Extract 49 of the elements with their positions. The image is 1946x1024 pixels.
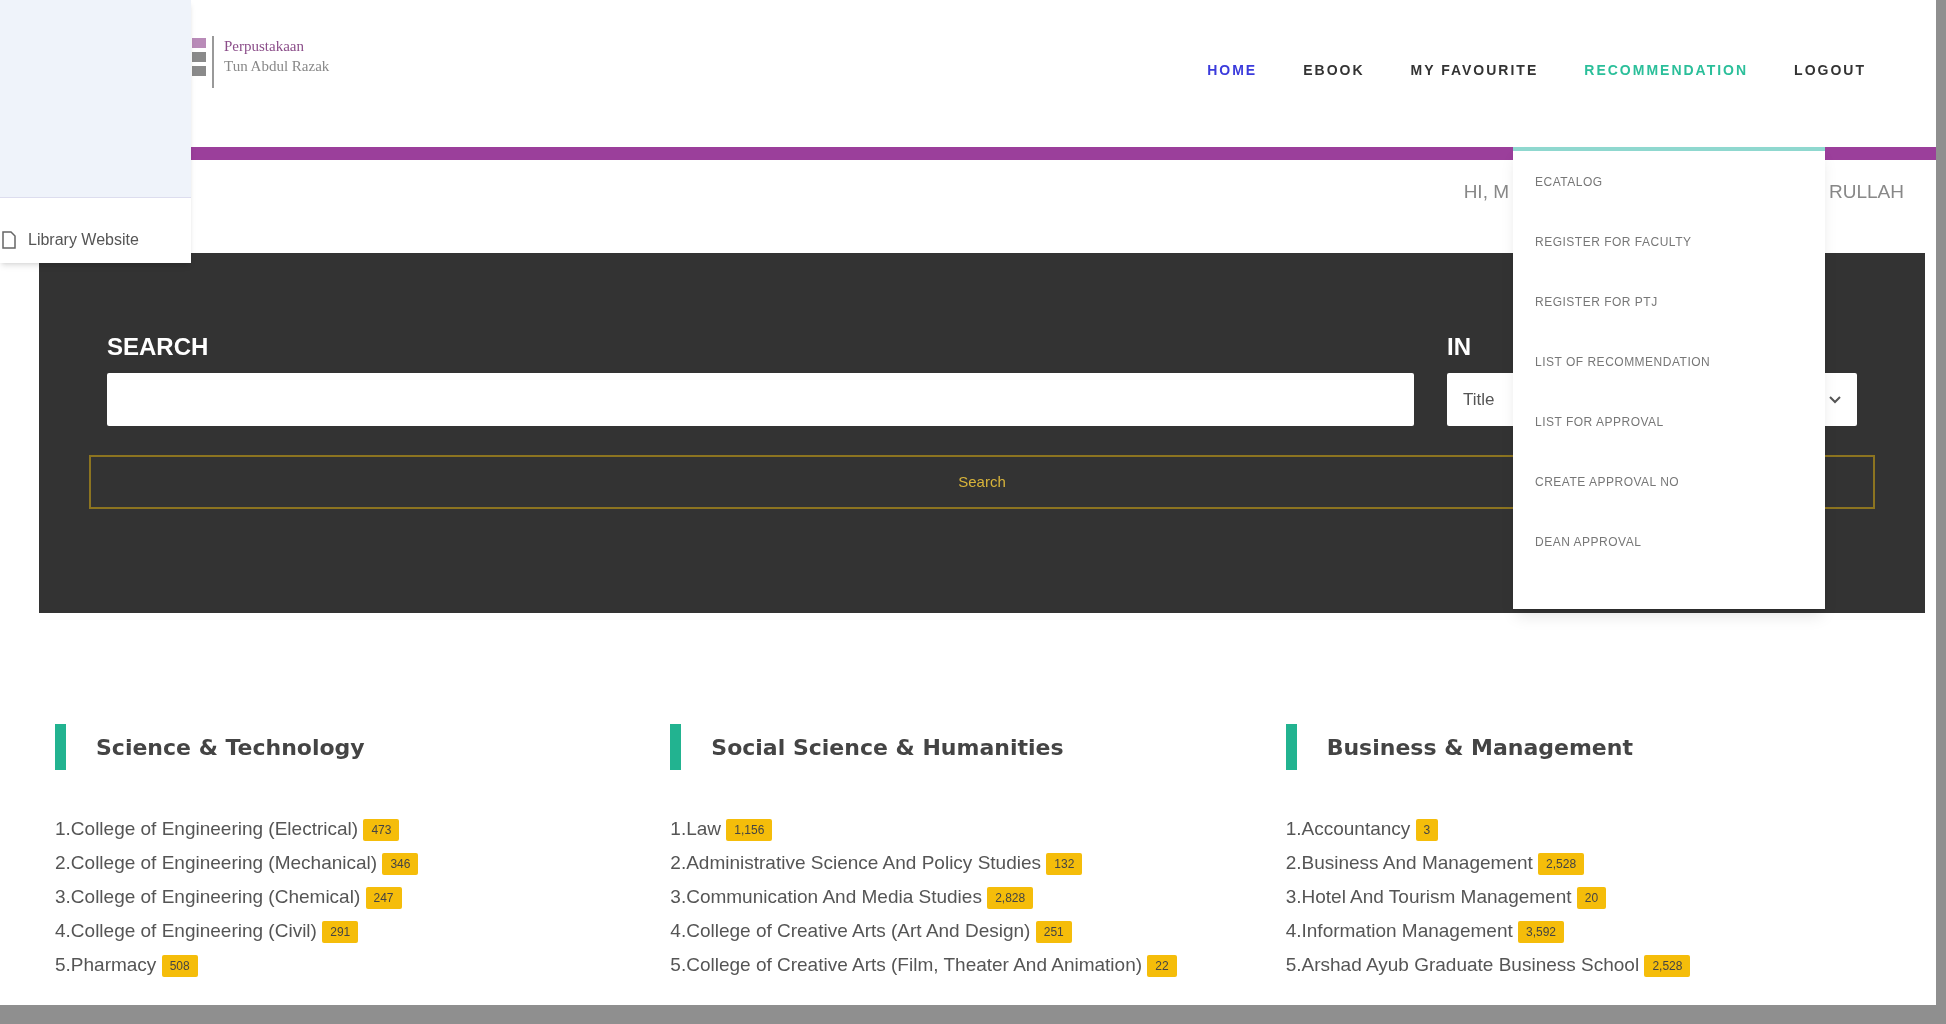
category-link[interactable]: 1.Law [670, 818, 722, 839]
count-badge: 2,528 [1644, 955, 1691, 977]
category-link[interactable]: 1.Accountancy [1285, 818, 1411, 839]
nav-link[interactable]: LOGOUT [1794, 60, 1866, 81]
count-badge: 473 [363, 819, 400, 841]
category-link[interactable]: 3.Hotel And Tourism Management [1285, 886, 1572, 907]
logo-title: Perpustakaan [224, 37, 305, 56]
category-link[interactable]: 5.College of Creative Arts (Film, Theater And Animation) [670, 954, 1143, 975]
count-badge: 2,528 [1538, 853, 1585, 875]
count-badge: 132 [1046, 853, 1083, 875]
category-link[interactable]: 3.Communication And Media Studies [670, 886, 982, 907]
count-badge: 2,828 [987, 887, 1034, 909]
dropdown-item[interactable]: DEAN APPROVAL [1513, 533, 1825, 593]
in-label: IN [1447, 332, 1471, 362]
search-label: SEARCH [107, 332, 210, 362]
nav-link[interactable]: HOME [1207, 60, 1258, 81]
count-badge: 3,592 [1518, 921, 1565, 943]
category-link[interactable]: 2.Business And Management [1285, 852, 1533, 873]
category-link[interactable]: 2.College of Engineering (Mechanical) [55, 852, 378, 873]
count-badge: 291 [322, 921, 359, 943]
nav-link[interactable]: MY FAVOURITE [1410, 60, 1539, 81]
count-badge: 20 [1576, 887, 1607, 909]
greeting-text: HI, M [1463, 180, 1509, 204]
count-badge: 3 [1415, 819, 1439, 841]
greeting-text: RULLAH [1829, 180, 1904, 204]
dropdown-item[interactable]: LIST OF RECOMMENDATION [1513, 353, 1825, 413]
category-link[interactable]: 5.Pharmacy [55, 954, 157, 975]
dropdown-item[interactable]: REGISTER FOR FACULTY [1513, 233, 1825, 293]
count-badge: 251 [1035, 921, 1072, 943]
category-link[interactable]: 3.College of Engineering (Chemical) [55, 886, 361, 907]
dropdown-item[interactable]: ECATALOG [1513, 173, 1825, 233]
category-link[interactable]: 4.College of Creative Arts (Art And Design) [670, 920, 1031, 941]
count-badge: 1,156 [726, 819, 773, 841]
count-badge: 346 [382, 853, 419, 875]
category-link[interactable]: 2.Administrative Science And Policy Studies [670, 852, 1041, 873]
section-heading: Science & Technology [96, 733, 365, 762]
count-badge: 247 [365, 887, 402, 909]
nav-link[interactable]: EBOOK [1303, 60, 1365, 81]
category-link[interactable]: 4.Information Management [1285, 920, 1513, 941]
category-link[interactable]: 1.College of Engineering (Electrical) [55, 818, 359, 839]
count-badge: 22 [1147, 955, 1177, 977]
category-link[interactable]: 5.Arshad Ayub Graduate Business School [1285, 954, 1640, 975]
logo-subtitle: Tun Abdul Razak [224, 57, 330, 76]
section-heading: Social Science & Humanities [711, 733, 1064, 762]
dropdown-item[interactable]: REGISTER FOR PTJ [1513, 293, 1825, 353]
count-badge: 508 [161, 955, 198, 977]
category-link[interactable]: 4.College of Engineering (Civil) [55, 920, 317, 941]
section-heading: Business & Management [1326, 733, 1633, 762]
library-website-link[interactable]: Library Website [0, 198, 191, 252]
